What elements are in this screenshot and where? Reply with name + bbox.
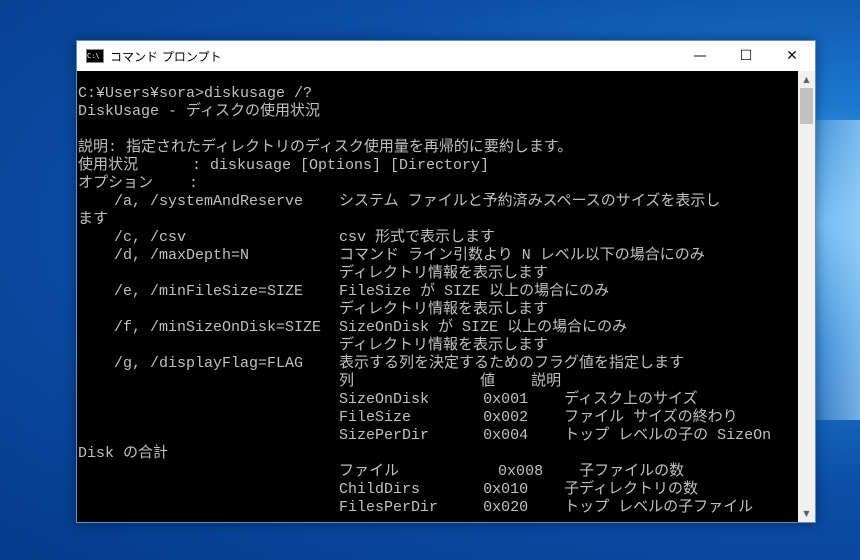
console-line: 列 値 説明 [78,373,562,390]
cmd-icon: C:\ [86,49,104,63]
console-line: C:¥Users¥sora>diskusage /? [78,85,313,102]
console-line: ます [78,211,109,228]
scrollbar-thumb[interactable] [800,88,813,124]
console-line: ディレクトリ情報を表示します [78,265,548,282]
console-line: 説明: 指定されたディレクトリのディスク使用量を再帰的に要約します。 [78,139,573,156]
console-line: ChildDirs 0x010 子ディレクトリの数 [78,481,699,498]
vertical-scrollbar[interactable]: ▲ ▼ [798,71,815,522]
console-line: FilesPerDir 0x020 トップ レベルの子ファイル [78,499,754,516]
console-line: /f, /minSizeOnDisk=SIZE SizeOnDisk が SIZ… [78,319,628,336]
console-line: SizeOnDisk 0x001 ディスク上のサイズ [78,391,698,408]
console-line: ディレクトリ情報を表示します [78,337,548,354]
console-line: /g, /displayFlag=FLAG 表示する列を決定するためのフラグ値を… [78,355,685,372]
console-line: /e, /minFileSize=SIZE FileSize が SIZE 以上… [78,283,610,300]
console-line: SizePerDir 0x004 トップ レベルの子の SizeOn [78,427,772,444]
command-prompt-window: C:\ コマンド プロンプト — ☐ ✕ C:¥Users¥sora>disku… [76,40,816,523]
console-line: /d, /maxDepth=N コマンド ライン引数より N レベル以下の場合に… [78,247,705,264]
minimize-button[interactable]: — [677,41,723,71]
console-text: C:¥Users¥sora>diskusage /? DiskUsage - ディ… [77,71,798,517]
scroll-up-icon[interactable]: ▲ [798,71,815,88]
title-bar[interactable]: C:\ コマンド プロンプト — ☐ ✕ [77,41,815,71]
console-line: Disk の合計 [78,445,169,462]
scroll-down-icon[interactable]: ▼ [798,505,815,522]
console-line: DiskUsage - ディスクの使用状況 [78,103,320,120]
close-button[interactable]: ✕ [769,41,815,71]
maximize-button[interactable]: ☐ [723,41,769,71]
console-line: /c, /csv csv 形式で表示します [78,229,496,246]
console-line: /a, /systemAndReserve システム ファイルと予約済みスペース… [78,193,721,210]
window-title: コマンド プロンプト [110,49,222,64]
console-line: オプション : [78,175,199,192]
console-output[interactable]: C:¥Users¥sora>diskusage /? DiskUsage - ディ… [77,71,798,522]
console-line: 使用状況 : diskusage [Options] [Directory] [78,157,490,174]
console-line: FileSize 0x002 ファイル サイズの終わり [78,409,738,426]
console-line: ディレクトリ情報を表示します [78,301,548,318]
console-line: ファイル 0x008 子ファイルの数 [78,463,685,480]
